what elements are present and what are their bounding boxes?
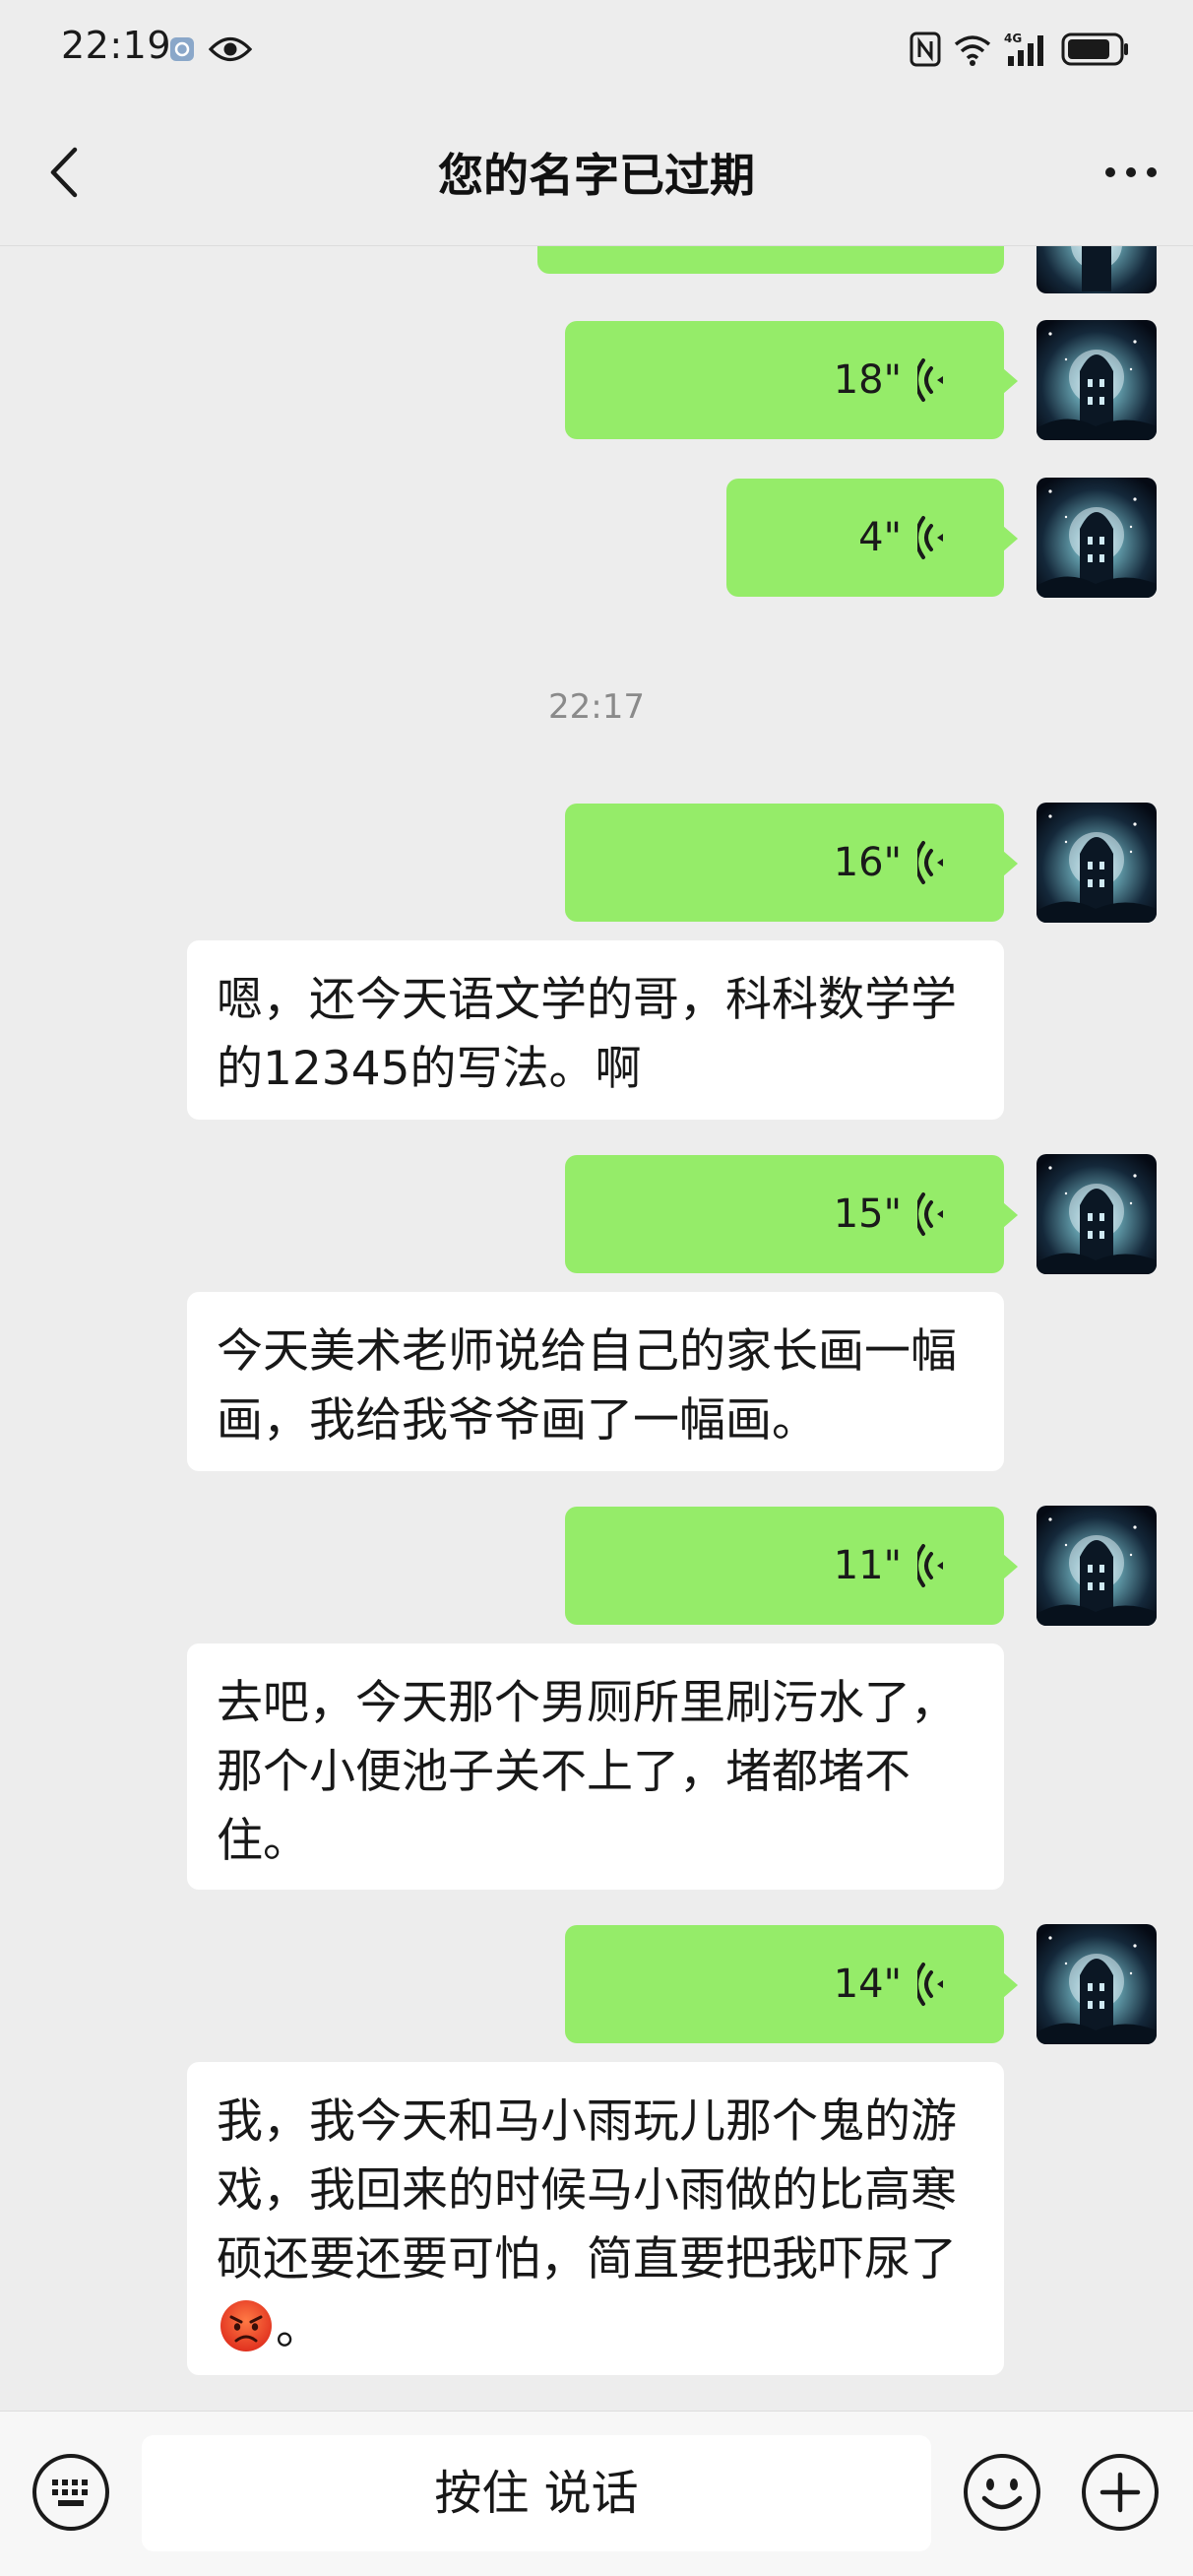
emoji-smile-icon[interactable] [961, 2451, 1043, 2534]
voice-message-content: 11" [834, 1507, 955, 1625]
eye-icon [209, 36, 252, 62]
avatar-partial[interactable] [1036, 246, 1157, 293]
voice-transcript-card[interactable]: 去吧，今天那个男厕所里刷污水了，那个小便池子关不上了，堵都堵不住。 [187, 1643, 1004, 1890]
nfc-icon [910, 32, 941, 67]
voice-message[interactable]: 15" [565, 1155, 1018, 1273]
voice-wave-icon [917, 358, 943, 402]
voice-transcript-text-part: 我，我今天和马小雨玩儿那个鬼的游戏，我回来的时候马小雨做的比高寒硕还要还要可怕，… [217, 2094, 957, 2286]
keyboard-toggle-icon[interactable] [30, 2451, 112, 2534]
avatar[interactable] [1036, 1506, 1157, 1626]
avatar[interactable] [1036, 1154, 1157, 1274]
avatar[interactable] [1036, 1924, 1157, 2044]
voice-duration: 14" [833, 1962, 902, 2007]
voice-wave-icon [917, 516, 943, 559]
voice-duration: 18" [833, 357, 902, 403]
voice-transcript-text-end: 。 [276, 2301, 322, 2355]
voice-duration: 16" [833, 840, 902, 885]
input-bar: 按住 说话 [0, 2411, 1193, 2576]
voice-duration: 11" [833, 1543, 902, 1588]
avatar[interactable] [1036, 320, 1157, 440]
app-notification-icon [170, 37, 194, 61]
hold-to-talk-button[interactable]: 按住 说话 [142, 2435, 931, 2551]
voice-message-content: 14" [834, 1925, 955, 2043]
chat-title: 您的名字已过期 [438, 149, 755, 202]
voice-transcript-text: 今天美术老师说给自己的家长画一幅画，我给我爷爷画了一幅画。 [217, 1324, 957, 1448]
avatar[interactable] [1036, 478, 1157, 598]
voice-message-content: 16" [834, 804, 955, 922]
voice-transcript-text: 我，我今天和马小雨玩儿那个鬼的游戏，我回来的时候马小雨做的比高寒硕还要还要可怕，… [217, 2088, 974, 2363]
chat-message-list[interactable]: 18" 4" 22:17 16" 嗯，还今天语文学的哥，科科数学学的12345的… [0, 246, 1193, 2411]
voice-wave-icon [917, 841, 943, 884]
voice-message-content: 18" [834, 321, 955, 439]
status-bar: 22:19 4G [0, 0, 1193, 98]
nav-bar: 您的名字已过期 [0, 98, 1193, 246]
voice-message-partial[interactable] [537, 246, 1004, 274]
voice-message[interactable]: 14" [565, 1925, 1018, 2043]
voice-wave-icon [917, 1963, 943, 2006]
more-options-icon[interactable] [1097, 138, 1165, 207]
voice-wave-icon [917, 1544, 943, 1587]
voice-message-content: 15" [834, 1155, 955, 1273]
voice-transcript-text: 嗯，还今天语文学的哥，科科数学学的12345的写法。啊 [217, 973, 957, 1096]
avatar[interactable] [1036, 803, 1157, 923]
voice-message[interactable]: 4" [726, 479, 1018, 597]
voice-message[interactable]: 11" [565, 1507, 1018, 1625]
voice-transcript-card[interactable]: 我，我今天和马小雨玩儿那个鬼的游戏，我回来的时候马小雨做的比高寒硕还要还要可怕，… [187, 2062, 1004, 2375]
voice-transcript-text: 去吧，今天那个男厕所里刷污水了，那个小便池子关不上了，堵都堵不住。 [217, 1676, 957, 1868]
voice-message-content: 4" [858, 479, 955, 597]
voice-message[interactable]: 16" [565, 804, 1018, 922]
voice-message[interactable]: 18" [565, 321, 1018, 439]
voice-duration: 15" [833, 1191, 902, 1237]
signal-4g-icon: 4G [1004, 32, 1043, 66]
voice-duration: 4" [858, 515, 902, 560]
svg-text:4G: 4G [1004, 32, 1022, 45]
battery-icon [1061, 32, 1128, 66]
status-left-icons [169, 30, 252, 69]
status-right-icons: 4G [910, 28, 1130, 71]
wifi-icon [954, 35, 991, 66]
plus-circle-icon[interactable] [1079, 2451, 1162, 2534]
voice-transcript-card[interactable]: 今天美术老师说给自己的家长画一幅画，我给我爷爷画了一幅画。 [187, 1292, 1004, 1471]
angry-face-emoji-icon [220, 2300, 272, 2351]
status-time: 22:19 [61, 24, 172, 67]
chat-timestamp: 22:17 [548, 687, 645, 727]
voice-wave-icon [917, 1192, 943, 1236]
voice-transcript-card[interactable]: 嗯，还今天语文学的哥，科科数学学的12345的写法。啊 [187, 940, 1004, 1120]
back-chevron-icon[interactable] [31, 138, 100, 207]
